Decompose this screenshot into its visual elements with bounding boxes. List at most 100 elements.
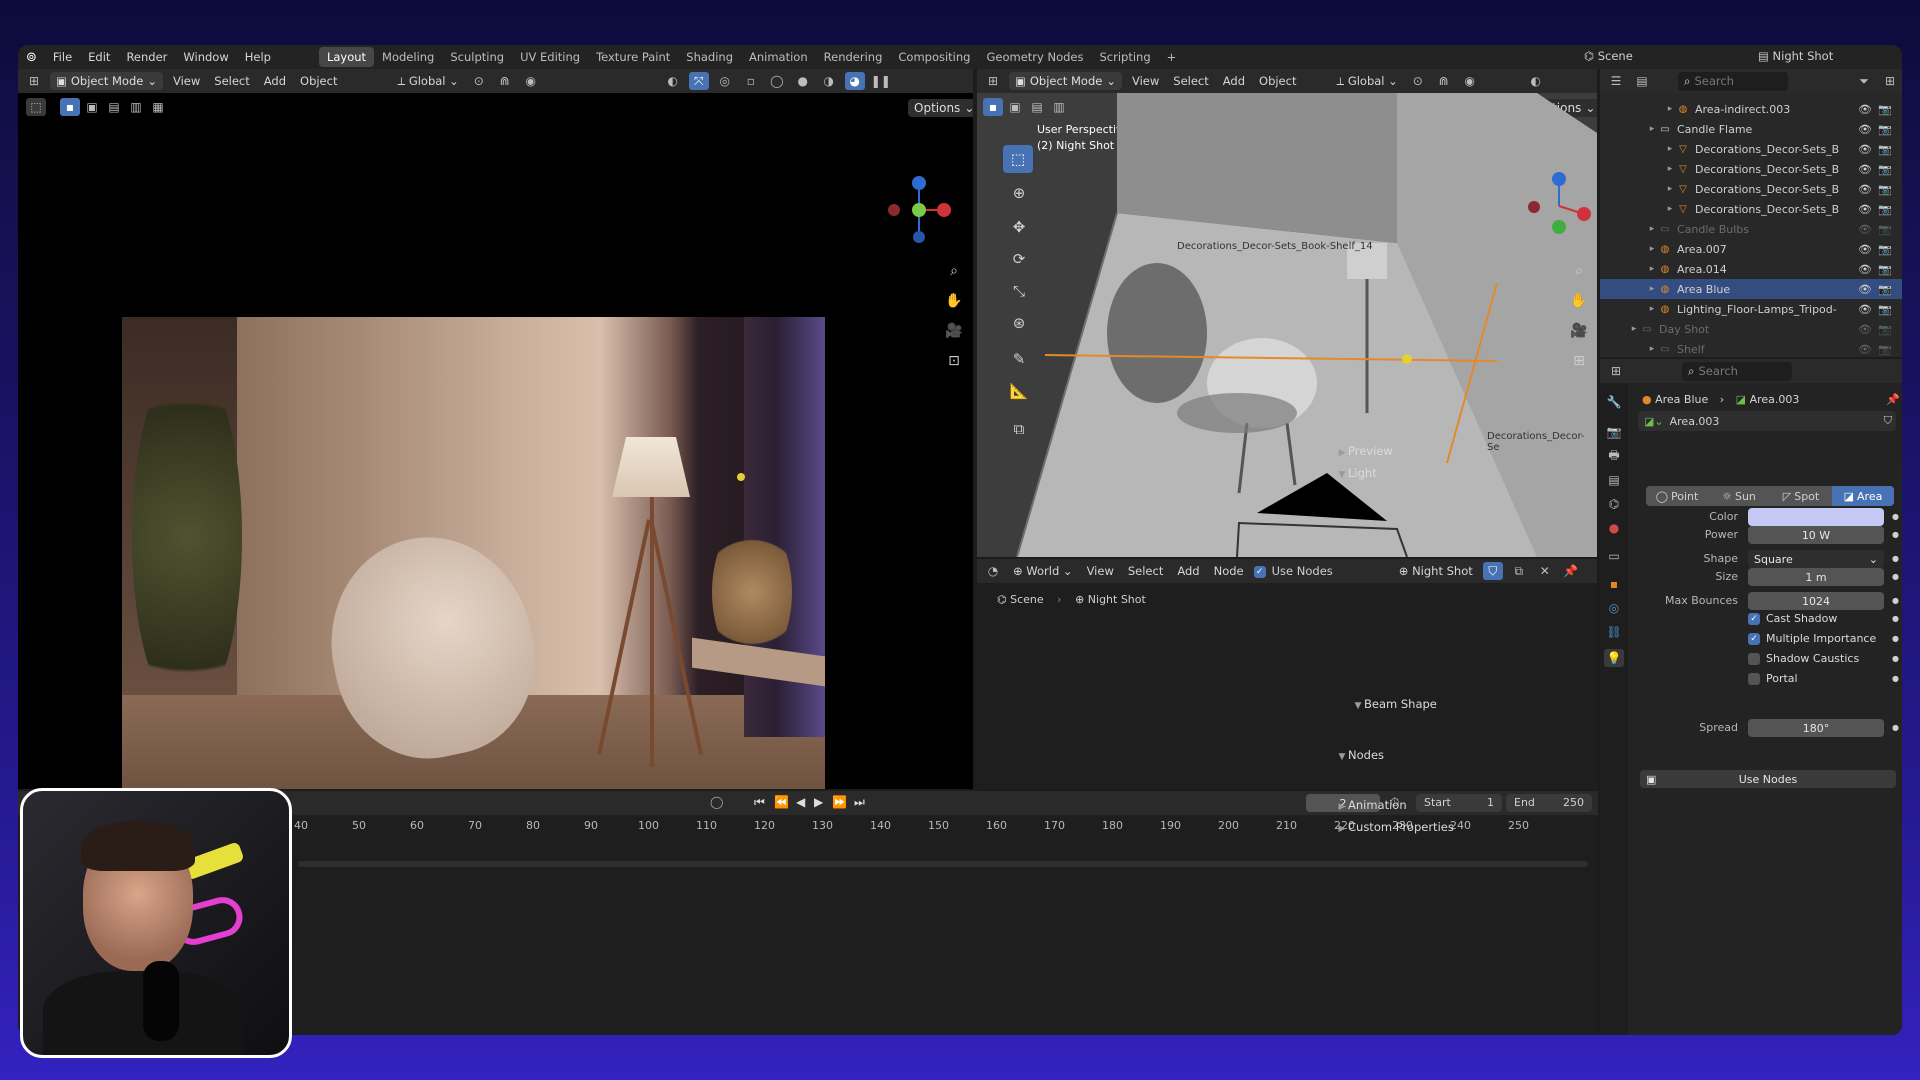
move-tool-icon[interactable]: ✥ (1004, 213, 1034, 241)
filter-icon[interactable]: ⏷ (1854, 72, 1874, 90)
menu-node[interactable]: Node (1210, 564, 1248, 578)
select-new-icon[interactable]: ▪ (60, 98, 80, 116)
select-intersect-icon[interactable]: ▦ (148, 98, 168, 116)
shader-editor-icon[interactable]: ◔ (983, 562, 1003, 580)
menu-view[interactable]: View (1128, 74, 1163, 88)
keyframe-record-icon[interactable]: ◯ (710, 795, 723, 809)
eye-icon[interactable]: 👁 (1858, 343, 1872, 356)
keyframe-dot-icon[interactable]: ● (1892, 512, 1899, 521)
outliner-item[interactable]: ▸ ▽ Decorations_Decor-Sets_B 👁 📷 (1600, 159, 1902, 179)
tab-modeling[interactable]: Modeling (374, 47, 442, 67)
render-tab-icon[interactable]: 📷 (1604, 423, 1624, 441)
proportional-icon[interactable]: ◉ (1460, 72, 1480, 90)
view-layer-tab-icon[interactable]: ▤ (1604, 471, 1624, 489)
cursor-tool-icon[interactable]: ⊕ (1004, 179, 1034, 207)
menu-select[interactable]: Select (1169, 74, 1212, 88)
annotate-tool-icon[interactable]: ✎ (1004, 345, 1034, 373)
gizmo-icon[interactable]: ⤧ (688, 72, 709, 90)
expand-chevron-icon[interactable]: ▸ (1646, 244, 1658, 254)
menu-file[interactable]: File (45, 50, 80, 64)
outliner-item[interactable]: ▸ ▭ Candle Bulbs 👁 📷 (1600, 219, 1902, 239)
menu-object[interactable]: Object (1255, 74, 1300, 88)
max-bounces-field[interactable]: 1024 (1748, 592, 1884, 610)
eye-icon[interactable]: 👁 (1858, 203, 1872, 216)
tab-geometry-nodes[interactable]: Geometry Nodes (978, 47, 1091, 67)
eye-icon[interactable]: 👁 (1858, 103, 1872, 116)
measure-tool-icon[interactable]: 📐 (1004, 377, 1034, 405)
expand-chevron-icon[interactable]: ▸ (1646, 304, 1658, 314)
editor-type-icon[interactable]: ⊞ (24, 72, 44, 90)
fake-user-icon[interactable]: ⛉ (1482, 562, 1503, 580)
play-icon[interactable]: ▶ (814, 795, 823, 809)
breadcrumb-world[interactable]: Night Shot (1088, 593, 1146, 606)
eye-icon[interactable]: 👁 (1858, 163, 1872, 176)
expand-chevron-icon[interactable]: ▸ (1664, 204, 1676, 214)
panel-light[interactable]: ▼ Light (1336, 466, 1377, 480)
expand-chevron-icon[interactable]: ▸ (1646, 344, 1658, 354)
physics-tab-icon[interactable]: ◎ (1604, 599, 1624, 617)
navigation-gizmo[interactable] (1522, 169, 1596, 243)
menu-view[interactable]: View (169, 74, 204, 88)
keyframe-dot-icon[interactable]: ● (1892, 674, 1899, 683)
panel-custom-properties[interactable]: ▶ Custom Properties (1336, 820, 1454, 834)
solid-shading-icon[interactable]: ● (793, 72, 813, 90)
timeline-scrollbar[interactable] (298, 861, 1588, 867)
right-viewport[interactable]: ⊞ ▣ Object Mode ⌄ View Select Add Object … (977, 69, 1597, 557)
outliner-item[interactable]: ▸ ▽ Decorations_Decor-Sets_B 👁 📷 (1600, 139, 1902, 159)
camera-icon[interactable]: 📷 (1878, 243, 1892, 256)
pivot-icon[interactable]: ⊙ (469, 72, 489, 90)
use-nodes-checkbox[interactable]: ✓ Use Nodes (1253, 564, 1333, 578)
pause-render-icon[interactable]: ❚❚ (871, 72, 891, 90)
pan-hand-icon[interactable]: ✋ (1567, 289, 1591, 313)
shape-dropdown[interactable]: Square ⌄ (1748, 550, 1884, 568)
outliner-item[interactable]: ▸ ▭ Shelf 👁 📷 (1600, 339, 1902, 357)
blender-logo-icon[interactable]: ⊚ (18, 50, 45, 65)
navigation-gizmo[interactable] (882, 173, 956, 247)
tool-select-icon[interactable]: ⬚ (26, 98, 46, 116)
output-tab-icon[interactable]: 🖶 (1604, 447, 1624, 465)
camera-icon[interactable]: 📷 (1878, 263, 1892, 276)
left-viewport[interactable]: ⊞ ▣ Object Mode ⌄ View Select Add Object ⟂… (18, 69, 973, 789)
outliner-item[interactable]: ▸ ◍ Area Blue 👁 📷 (1600, 279, 1902, 299)
camera-view-icon[interactable]: 🎥 (1567, 319, 1591, 343)
outliner-item[interactable]: ▸ ▽ Decorations_Decor-Sets_B 👁 📷 (1600, 199, 1902, 219)
outliner-search[interactable]: ⌕ Search (1678, 71, 1788, 91)
outliner-item[interactable]: ▸ ◍ Area-indirect.003 👁 📷 (1600, 99, 1902, 119)
camera-icon[interactable]: 📷 (1878, 223, 1892, 236)
menu-window[interactable]: Window (175, 50, 236, 64)
eye-icon[interactable]: 👁 (1858, 303, 1872, 316)
portal-checkbox[interactable]: Portal (1748, 672, 1798, 685)
camera-icon[interactable]: 📷 (1878, 343, 1892, 356)
menu-select[interactable]: Select (210, 74, 253, 88)
mode-dropdown[interactable]: ▣ Object Mode ⌄ (50, 72, 163, 90)
pin-icon[interactable]: 📌 (1886, 393, 1900, 406)
tab-layout[interactable]: Layout (318, 47, 375, 67)
keyframe-dot-icon[interactable]: ● (1892, 723, 1899, 732)
expand-chevron-icon[interactable]: ▸ (1664, 144, 1676, 154)
snap-icon[interactable]: ⋒ (495, 72, 515, 90)
panel-preview[interactable]: ▶ Preview (1336, 444, 1393, 458)
tab-scripting[interactable]: Scripting (1091, 47, 1158, 67)
eye-icon[interactable]: 👁 (1858, 143, 1872, 156)
light-data-tab-icon[interactable]: 💡 (1604, 649, 1624, 667)
tab-compositing[interactable]: Compositing (890, 47, 978, 67)
node-editor[interactable]: ◔ ⊕ World ⌄ View Select Add Node ✓ Use No… (977, 559, 1597, 789)
add-workspace-button[interactable]: + (1159, 47, 1185, 67)
outliner-editor-icon[interactable]: ☰ (1606, 72, 1626, 90)
menu-select[interactable]: Select (1124, 564, 1167, 578)
eye-icon[interactable]: 👁 (1858, 323, 1872, 336)
start-frame-field[interactable]: Start 1 (1416, 794, 1502, 812)
visibility-icon[interactable]: ◐ (1526, 72, 1546, 90)
select-invert-icon[interactable]: ▥ (126, 98, 146, 116)
shader-type-dropdown[interactable]: ⊕ World ⌄ (1009, 564, 1077, 578)
pivot-icon[interactable]: ⊙ (1408, 72, 1428, 90)
properties-editor-icon[interactable]: ⊞ (1606, 362, 1626, 380)
collection-tab-icon[interactable]: ▭ (1604, 547, 1624, 565)
light-type-area[interactable]: ◪ Area (1832, 486, 1894, 506)
scene-selector[interactable]: ⌬ Scene (1584, 49, 1633, 63)
add-cube-tool-icon[interactable]: ⧉ (1004, 415, 1034, 443)
outliner-item[interactable]: ▸ ◍ Area.014 👁 📷 (1600, 259, 1902, 279)
zoom-icon[interactable]: ⌕ (1567, 259, 1591, 283)
expand-chevron-icon[interactable]: ▸ (1664, 104, 1676, 114)
power-field[interactable]: 10 W (1748, 526, 1884, 544)
